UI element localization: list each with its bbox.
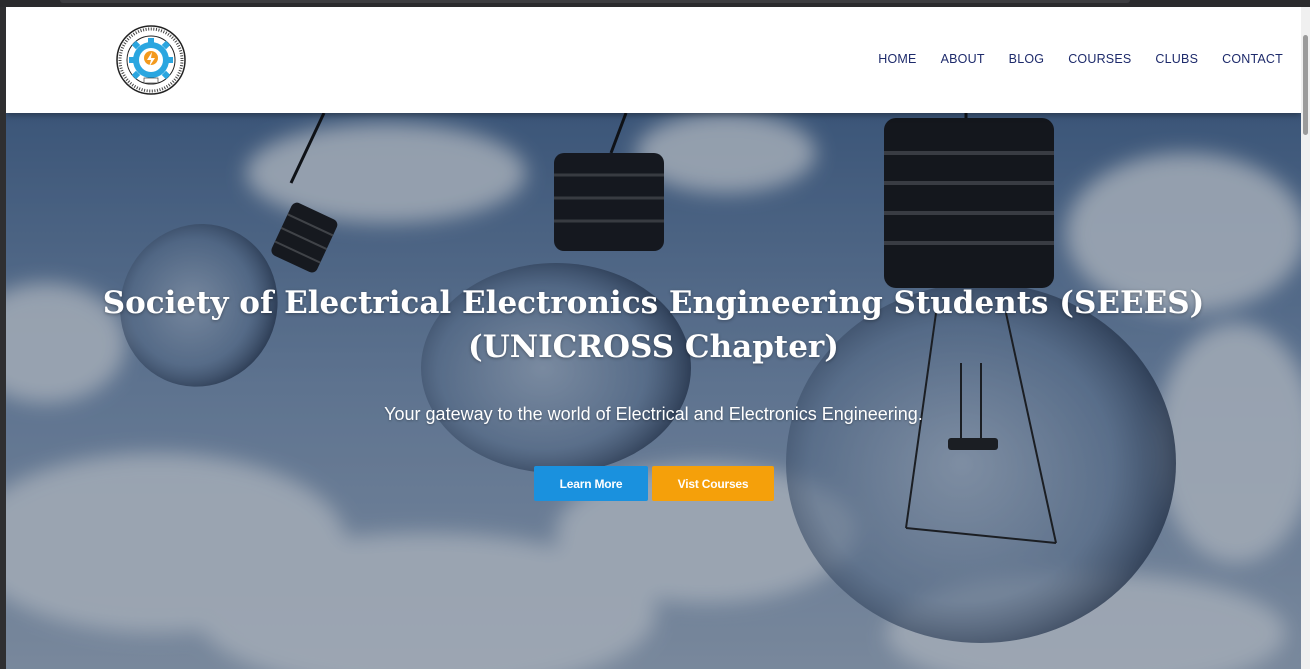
nav-blog[interactable]: BLOG (1009, 52, 1045, 66)
nav-contact[interactable]: CONTACT (1222, 52, 1283, 66)
hero-title: Society of Electrical Electronics Engine… (6, 281, 1301, 369)
hero-buttons: Learn More Vist Courses (534, 466, 774, 501)
page-viewport: HOME ABOUT BLOG COURSES CLUBS CONTACT So… (6, 7, 1301, 669)
nav-home[interactable]: HOME (878, 52, 916, 66)
visit-courses-button[interactable]: Vist Courses (652, 466, 774, 501)
seees-logo[interactable] (116, 25, 186, 95)
page-scrollbar[interactable] (1301, 7, 1310, 669)
site-header: HOME ABOUT BLOG COURSES CLUBS CONTACT (6, 7, 1301, 113)
browser-tab-edge (60, 0, 1130, 3)
browser-top-strip (0, 0, 1310, 7)
learn-more-button[interactable]: Learn More (534, 466, 648, 501)
scrollbar-thumb[interactable] (1303, 35, 1308, 135)
main-nav: HOME ABOUT BLOG COURSES CLUBS CONTACT (878, 52, 1283, 66)
hero-subtitle: Your gateway to the world of Electrical … (384, 404, 923, 424)
hero-title-line2: (UNICROSS Chapter) (468, 329, 839, 365)
hero-title-line1: Society of Electrical Electronics Engine… (102, 285, 1205, 321)
hero-overlay (6, 113, 1301, 669)
nav-clubs[interactable]: CLUBS (1155, 52, 1198, 66)
nav-courses[interactable]: COURSES (1068, 52, 1131, 66)
hero-section: Society of Electrical Electronics Engine… (6, 113, 1301, 669)
nav-about[interactable]: ABOUT (941, 52, 985, 66)
